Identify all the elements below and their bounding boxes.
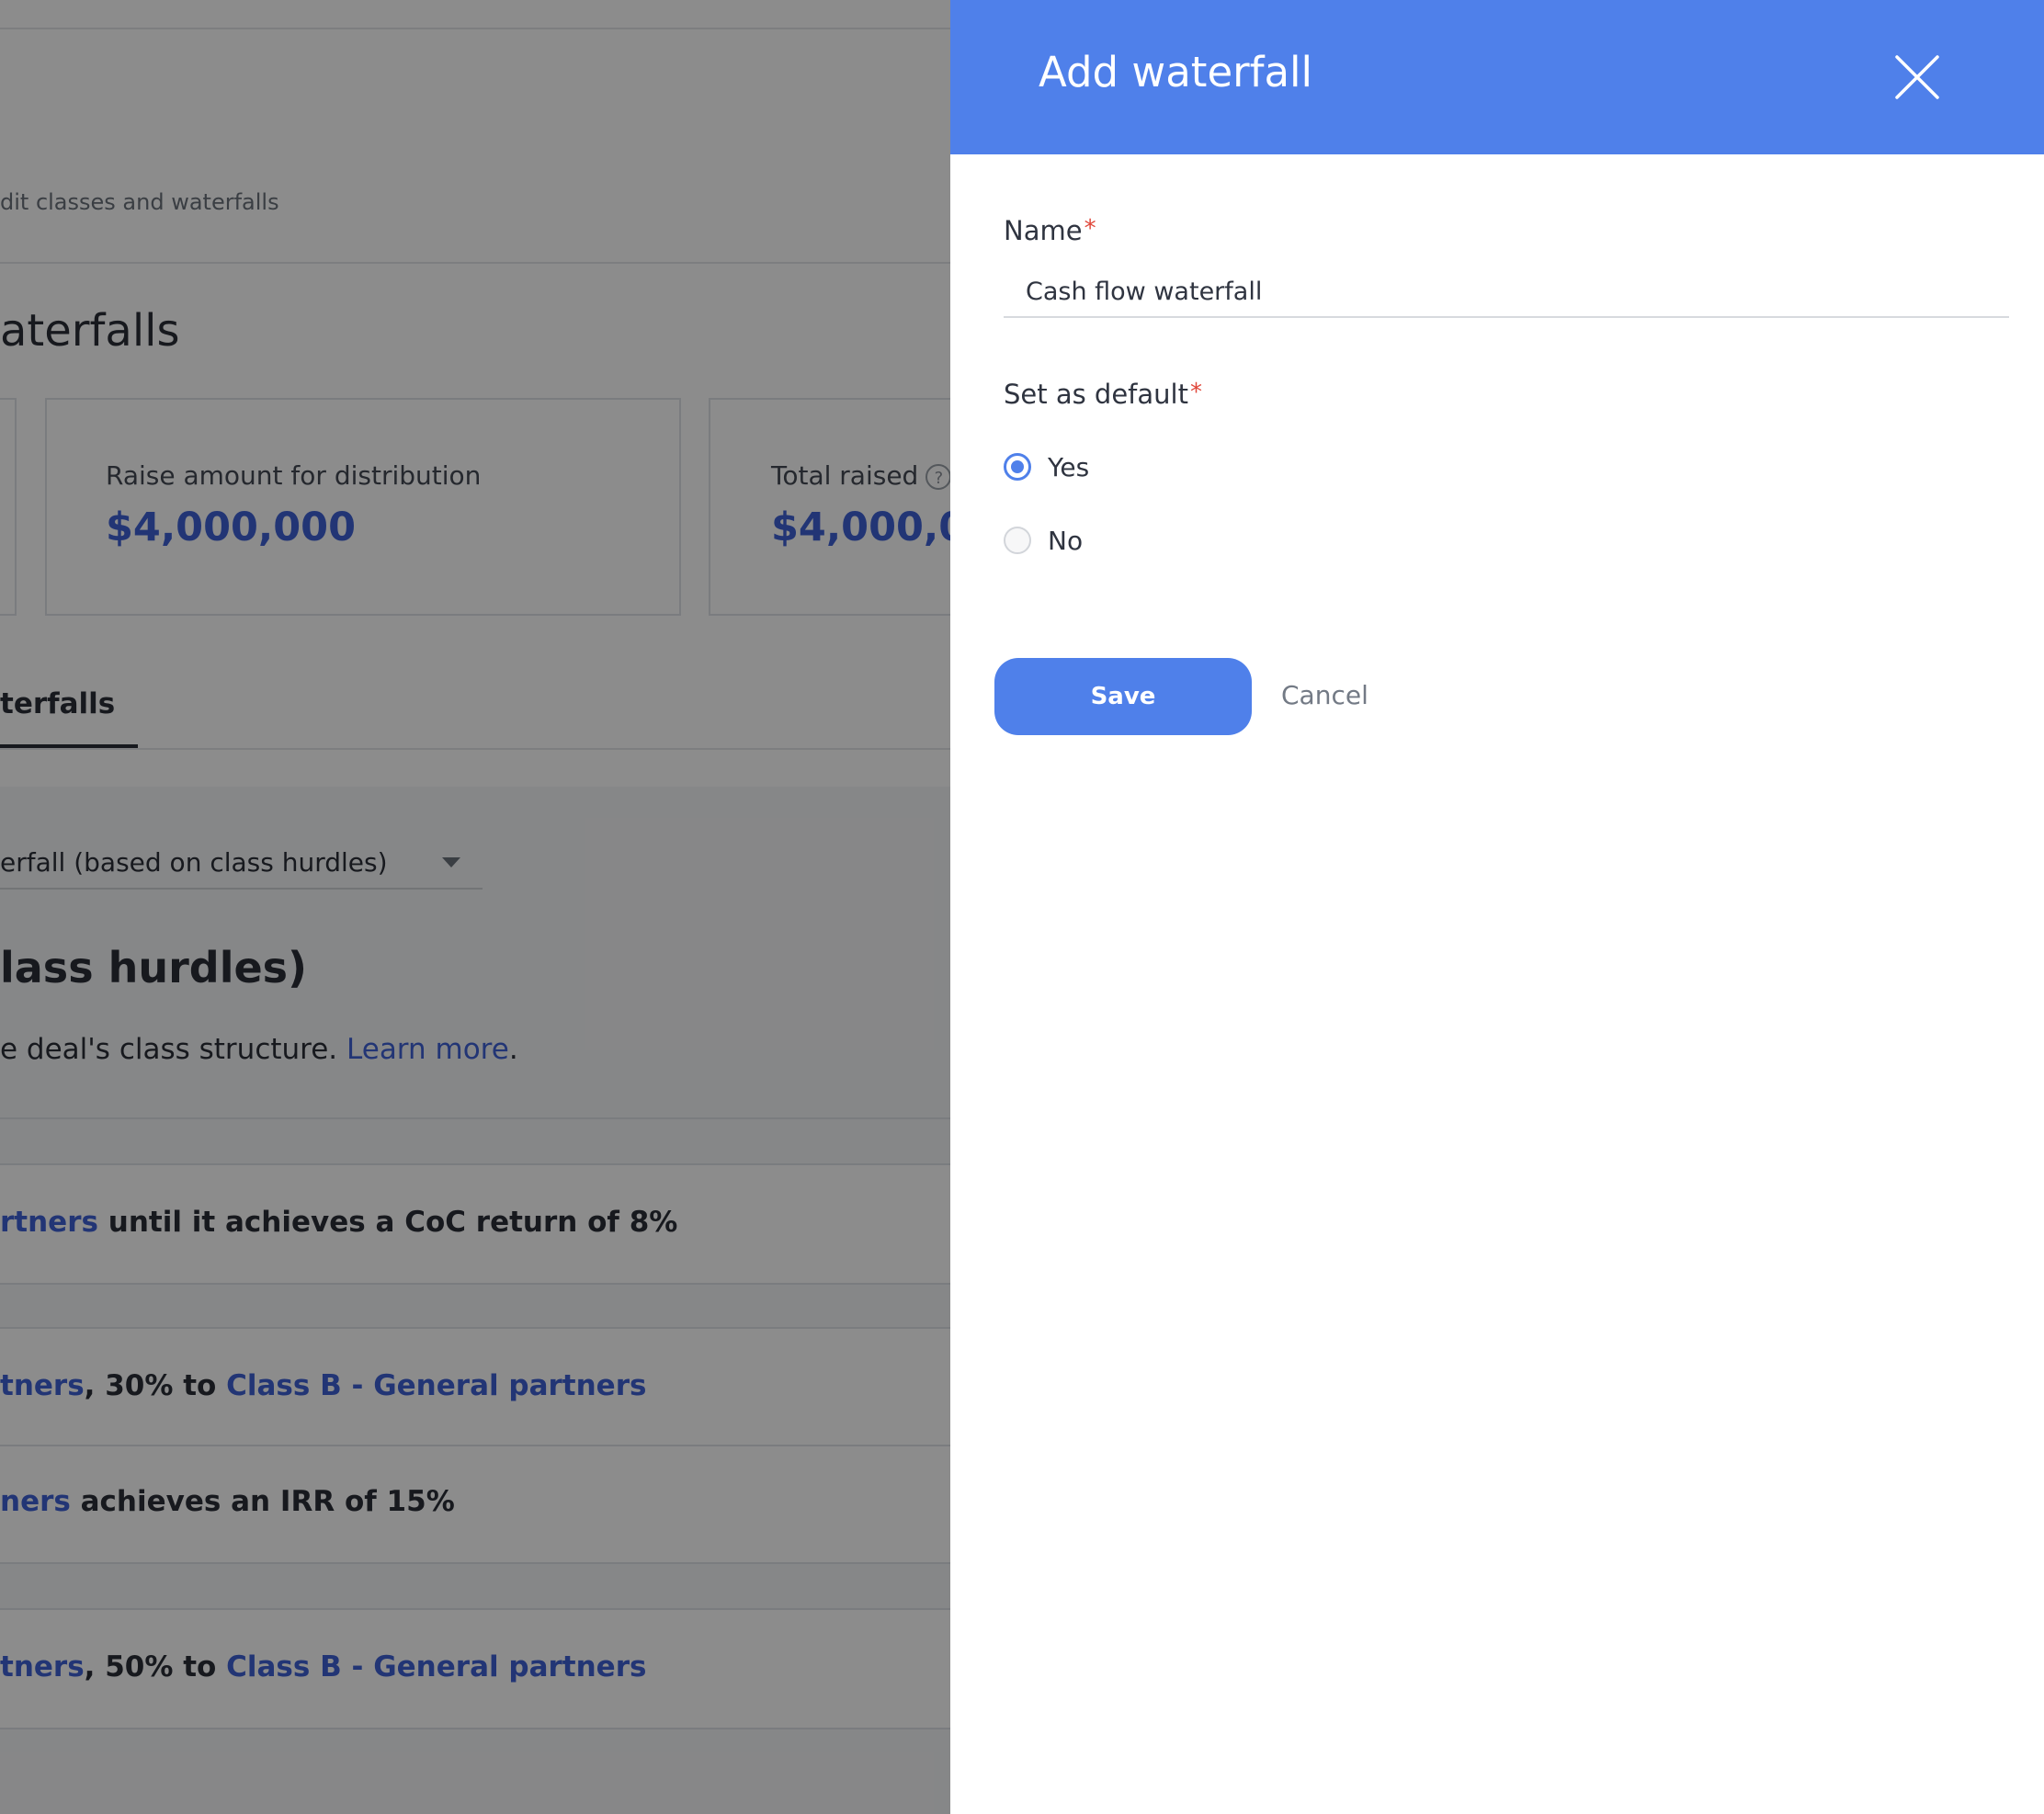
required-mark: * [1189,379,1202,406]
close-icon [1895,55,1939,99]
required-mark: * [1084,215,1096,243]
name-label-text: Name [1004,215,1083,246]
radio-label: No [1048,525,1084,556]
radio-button-checked[interactable] [1004,453,1031,481]
save-button[interactable]: Save [994,658,1252,735]
name-input[interactable] [1004,266,2009,318]
modal-overlay[interactable] [0,0,950,1814]
drawer-header: Add waterfall [950,0,2044,154]
name-label: Name* [1004,215,1096,246]
drawer-title: Add waterfall [1039,48,1313,96]
default-label: Set as default* [1004,379,1202,410]
radio-option-no[interactable]: No [1004,522,1083,559]
cancel-button[interactable]: Cancel [1281,680,1368,710]
radio-option-yes[interactable]: Yes [1004,448,1089,485]
radio-button-unchecked[interactable] [1004,527,1031,554]
add-waterfall-drawer: Add waterfall Name* Set as default* Yes … [950,0,2044,1814]
default-label-text: Set as default [1004,379,1188,410]
close-button[interactable] [1890,50,1945,105]
radio-label: Yes [1048,451,1090,482]
